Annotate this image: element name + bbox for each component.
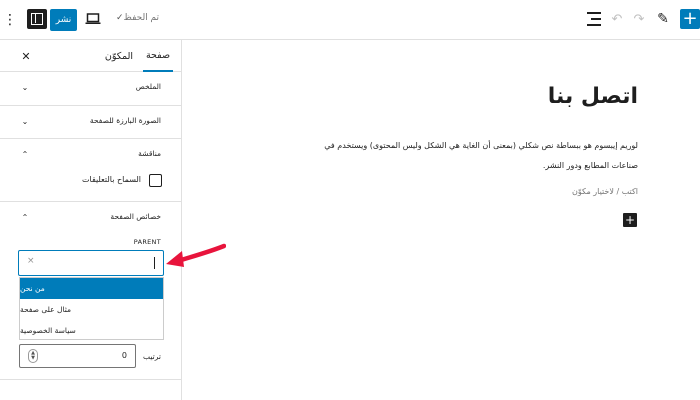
list-view-button[interactable] — [587, 12, 601, 26]
panel-page-attributes-toggle[interactable]: خصائص الصفحة ⌃ — [0, 202, 181, 234]
allow-comments-checkbox[interactable] — [149, 174, 162, 187]
clear-icon[interactable]: × — [27, 256, 35, 266]
publish-button[interactable]: نشر — [50, 9, 77, 31]
settings-sidebar: صفحة المكوّن ✕ الملخص ⌄ الصورة البارزة ل… — [0, 40, 182, 400]
panel-featured-image-toggle[interactable]: الصورة البارزة للصفحة ⌄ — [0, 106, 181, 138]
add-block-button[interactable]: + — [623, 213, 637, 227]
chevron-down-icon: ⌄ — [21, 116, 29, 126]
saved-status: تم الحفظ ✓ — [113, 13, 159, 23]
annotation-arrow-icon — [166, 243, 226, 267]
redo-button[interactable]: ↷ — [632, 11, 646, 27]
paragraph-block[interactable]: لوريم إيبسوم هو ببساطة نص شكلي (بمعنى أن… — [302, 136, 638, 176]
parent-option[interactable]: سياسة الخصوصية — [20, 320, 163, 341]
editor-canvas: اتصل بنا لوريم إيبسوم هو ببساطة نص شكلي … — [182, 40, 700, 400]
sidebar-icon — [31, 13, 43, 25]
saved-status-label: تم الحفظ — [123, 13, 160, 23]
check-icon: ✓ — [116, 13, 124, 23]
block-inserter-button[interactable]: + — [680, 9, 700, 29]
text-caret — [154, 257, 155, 269]
panel-title: الملخص — [135, 82, 161, 91]
panel-featured-image: الصورة البارزة للصفحة ⌄ — [0, 106, 181, 139]
tools-pen-icon[interactable]: ✎ — [655, 10, 671, 28]
panel-page-attributes: خصائص الصفحة ⌃ PARENT × من نحن مثال على … — [0, 202, 181, 380]
options-menu-icon[interactable]: ⋮ — [3, 10, 17, 30]
laptop-icon — [85, 13, 101, 24]
list-view-icon-line — [587, 24, 601, 26]
sidebar-tabs: صفحة المكوّن ✕ — [0, 40, 181, 72]
settings-sidebar-toggle-button[interactable] — [27, 9, 47, 29]
panel-discussion-toggle[interactable]: مناقشة ⌃ — [0, 139, 181, 171]
parent-option[interactable]: مثال على صفحة — [20, 299, 163, 320]
parent-page-combobox[interactable]: × — [18, 250, 164, 276]
page-title[interactable]: اتصل بنا — [548, 84, 638, 109]
order-number-input[interactable]: 0 ▲ ▼ — [19, 344, 136, 368]
parent-options-list: من نحن مثال على صفحة سياسة الخصوصية — [19, 277, 164, 340]
spinner-icon[interactable]: ▲ ▼ — [28, 349, 38, 363]
chevron-down-icon: ⌄ — [21, 82, 29, 92]
undo-button[interactable]: ↶ — [610, 11, 624, 27]
allow-comments-label: السماح بالتعليقات — [81, 175, 141, 184]
block-placeholder[interactable]: اكتب / لاختيار مكوّن — [572, 187, 638, 196]
preview-button[interactable] — [84, 11, 102, 27]
parent-label: PARENT — [133, 238, 161, 246]
panel-summary-toggle[interactable]: الملخص ⌄ — [0, 72, 181, 104]
order-value: 0 — [121, 351, 127, 360]
panel-title: الصورة البارزة للصفحة — [89, 116, 161, 125]
tab-block[interactable]: المكوّن — [101, 40, 137, 72]
panel-discussion: مناقشة ⌃ السماح بالتعليقات — [0, 139, 181, 202]
chevron-up-icon: ⌃ — [21, 149, 29, 159]
parent-option[interactable]: من نحن — [20, 278, 163, 299]
panel-title: مناقشة — [138, 149, 161, 158]
editor-toolbar: ⋮ نشر تم الحفظ ✓ ↶ ↷ ✎ + — [0, 0, 700, 40]
order-label: ترتيب — [143, 352, 161, 361]
chevron-up-icon: ⌃ — [21, 212, 29, 222]
close-icon[interactable]: ✕ — [20, 48, 32, 64]
tab-page[interactable]: صفحة — [143, 40, 173, 72]
list-view-icon-line — [591, 18, 601, 20]
list-view-icon-line — [587, 12, 601, 14]
panel-summary: الملخص ⌄ — [0, 72, 181, 106]
panel-title: خصائص الصفحة — [110, 212, 161, 221]
